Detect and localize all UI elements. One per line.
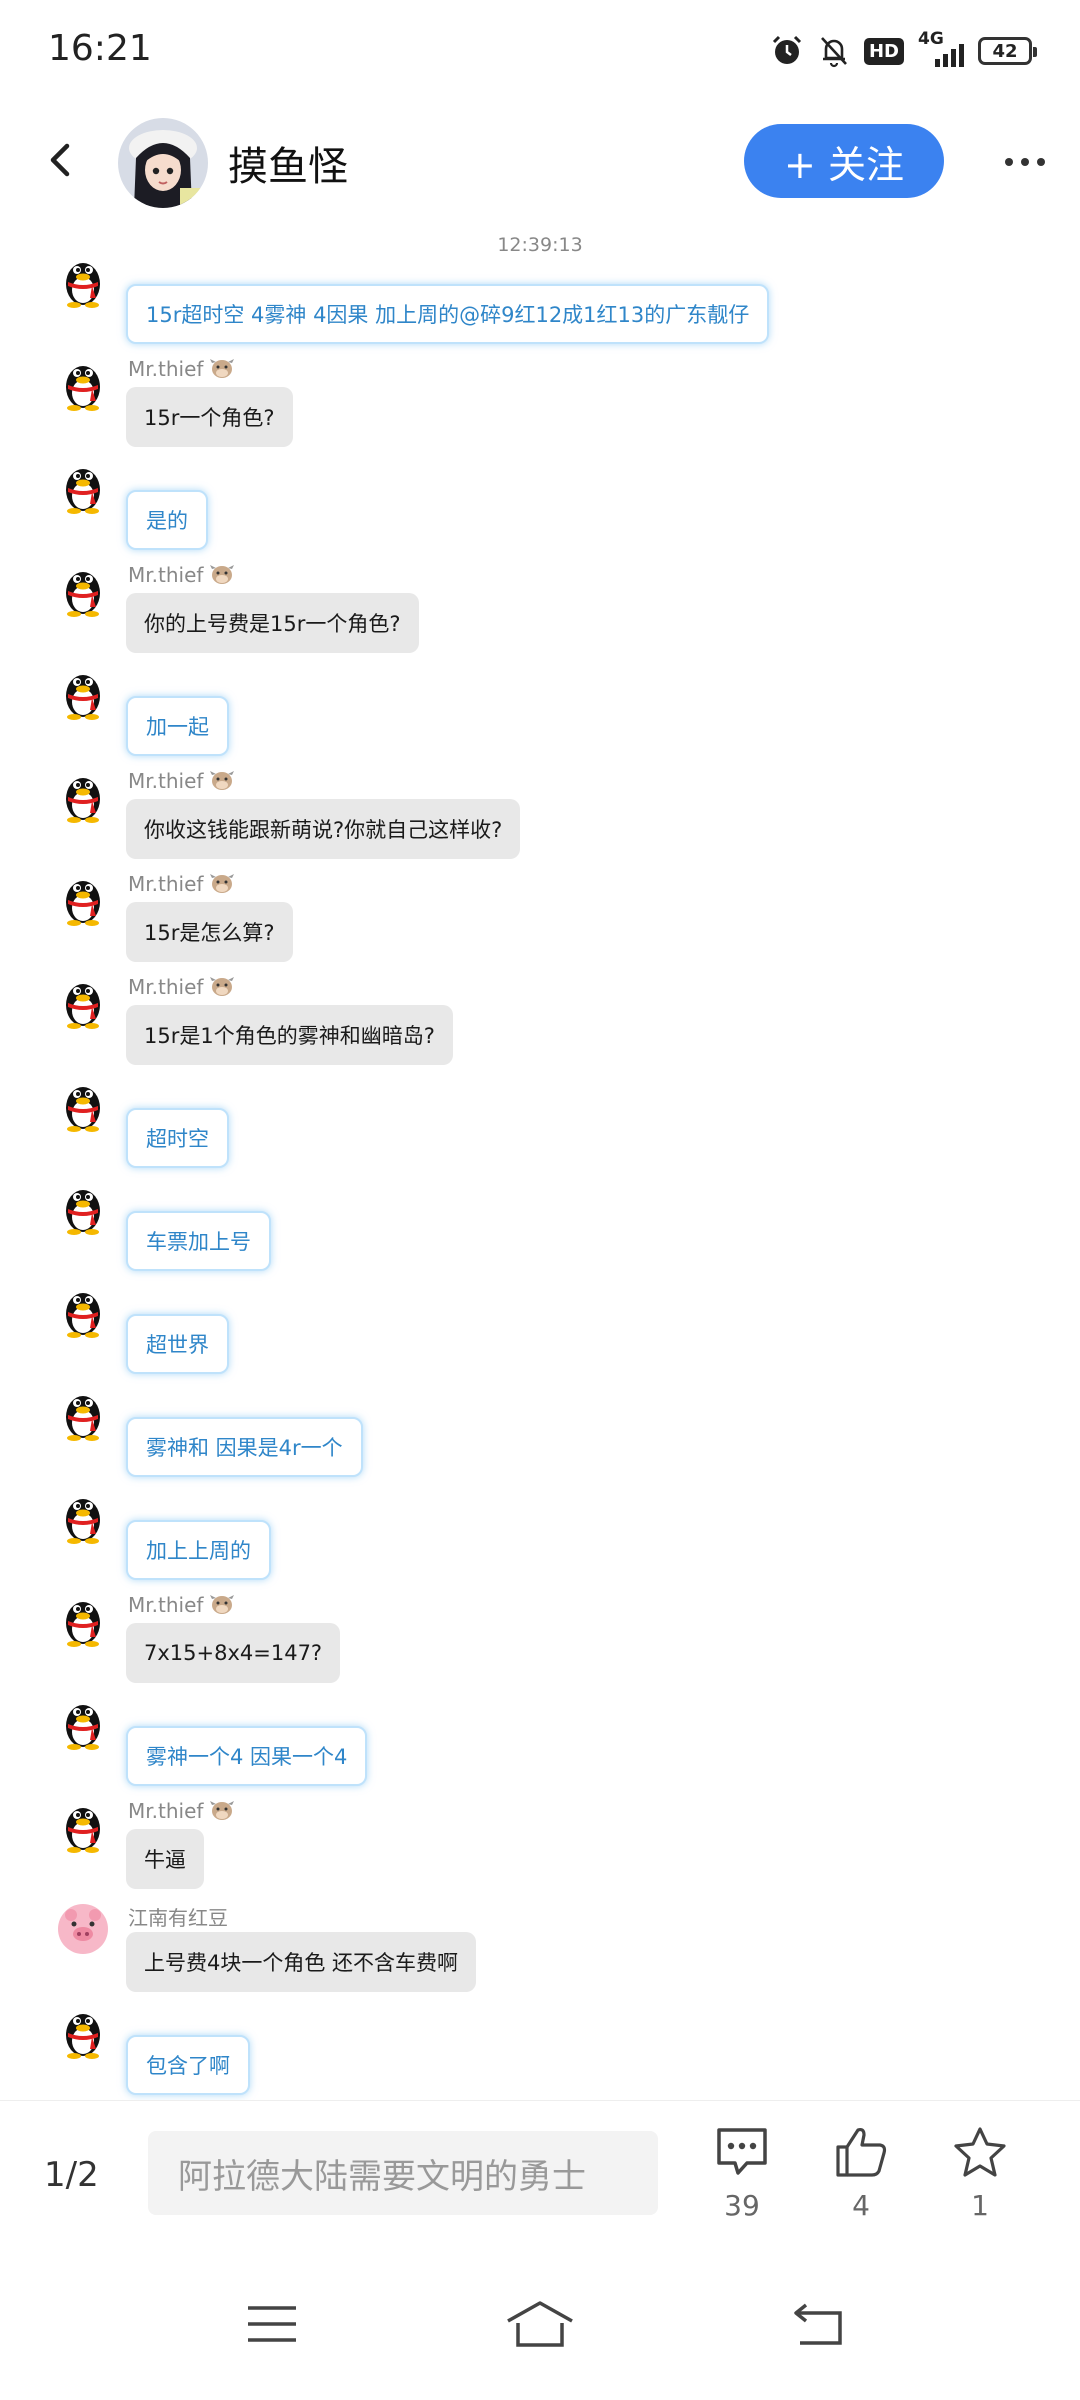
message-sender: Mr.thief	[128, 975, 235, 999]
mute-bell-icon	[821, 37, 847, 68]
sender-name: Mr.thief	[128, 1593, 204, 1617]
page-indicator[interactable]: 1/2	[44, 2155, 99, 2195]
like-count: 4	[852, 2189, 870, 2222]
back-arrow-icon	[50, 143, 70, 177]
penguin-avatar-icon	[56, 254, 110, 308]
penguin-avatar-icon	[56, 975, 110, 1029]
message-sender: 江南有红豆	[128, 1902, 228, 1931]
message-bubble: 加上上周的	[126, 1520, 271, 1580]
sender-name: 江南有红豆	[128, 1906, 228, 1930]
cow-badge-icon	[210, 1595, 235, 1614]
penguin-avatar-icon	[56, 1799, 110, 1853]
battery-icon: 42	[978, 37, 1037, 65]
reply-input[interactable]: 阿拉德大陆需要文明的勇士	[148, 2131, 658, 2215]
penguin-avatar-icon	[56, 1490, 110, 1544]
hd-badge: HD	[863, 37, 904, 65]
alarm-icon	[772, 35, 802, 64]
message-bubble: 上号费4块一个角色 还不含车费啊	[126, 1932, 477, 1992]
message-sender: Mr.thief	[128, 1593, 235, 1617]
star-icon	[954, 2127, 1006, 2177]
message-bubble: 7x15+8x4=147?	[126, 1623, 341, 1683]
message-bubble: 包含了啊	[126, 2035, 250, 2095]
status-time: 16:21	[48, 28, 152, 69]
home-icon	[507, 2301, 573, 2347]
author-name[interactable]: 摸鱼怪	[228, 134, 348, 192]
return-icon	[794, 2303, 842, 2345]
anime-girl-avatar-icon	[118, 118, 208, 208]
return-button[interactable]	[780, 2294, 860, 2354]
penguin-avatar-icon	[56, 769, 110, 823]
post-header: 摸鱼怪 + 关注	[0, 100, 1080, 224]
penguin-avatar-icon	[56, 563, 110, 617]
penguin-avatar-icon	[56, 1696, 110, 1750]
penguin-avatar-icon	[56, 1078, 110, 1132]
message-bubble: 车票加上号	[126, 1211, 271, 1271]
message-bubble: 15r是怎么算?	[126, 902, 293, 962]
message-bubble: 牛逼	[126, 1829, 204, 1889]
cow-badge-icon	[210, 565, 235, 584]
user-avatar[interactable]	[118, 118, 208, 208]
more-button[interactable]	[990, 134, 1060, 190]
status-icons: HD 4G 42	[770, 29, 1037, 72]
message-sender: Mr.thief	[128, 563, 235, 587]
sender-name: Mr.thief	[128, 357, 204, 381]
home-button[interactable]	[500, 2294, 580, 2354]
comment-count: 39	[724, 2189, 760, 2222]
bottom-action-bar: 1/2 阿拉德大陆需要文明的勇士 39 4 1	[0, 2100, 1080, 2250]
more-dots-icon	[1005, 158, 1013, 166]
message-sender: Mr.thief	[128, 769, 235, 793]
message-bubble: 15r是1个角色的雾神和幽暗岛?	[126, 1005, 453, 1065]
battery-level: 42	[992, 40, 1018, 62]
menu-icon	[248, 2306, 296, 2342]
message-bubble: 你的上号费是15r一个角色?	[126, 593, 419, 653]
thumbs-up-icon	[836, 2127, 887, 2177]
message-bubble: 15r一个角色?	[126, 387, 293, 447]
penguin-avatar-icon	[56, 1593, 110, 1647]
message-bubble: 雾神和 因果是4r一个	[126, 1417, 363, 1477]
penguin-avatar-icon	[56, 666, 110, 720]
favorite-button[interactable]: 1	[935, 2125, 1025, 2222]
cow-badge-icon	[210, 977, 235, 996]
sender-name: Mr.thief	[128, 975, 204, 999]
chat-screenshot: 12:39:13 15r超时空 4雾神 4因果 加上周的@碎9红12成1红13的…	[0, 224, 1080, 2100]
message-bubble: 是的	[126, 490, 208, 550]
status-bar: 16:21 HD 4G 42	[0, 0, 1080, 100]
like-button[interactable]: 4	[816, 2125, 906, 2222]
penguin-avatar-icon	[56, 2005, 110, 2059]
message-sender: Mr.thief	[128, 872, 235, 896]
cow-badge-icon	[210, 874, 235, 893]
message-bubble: 超时空	[126, 1108, 229, 1168]
menu-button[interactable]	[232, 2294, 312, 2354]
sender-name: Mr.thief	[128, 563, 204, 587]
system-nav-bar	[0, 2250, 1080, 2400]
back-button[interactable]	[30, 130, 90, 190]
penguin-avatar-icon	[56, 1387, 110, 1441]
cow-badge-icon	[210, 359, 235, 378]
penguin-avatar-icon	[56, 460, 110, 514]
message-bubble: 你收这钱能跟新萌说?你就自己这样收?	[126, 799, 521, 859]
message-bubble: 15r超时空 4雾神 4因果 加上周的@碎9红12成1红13的广东靓仔	[126, 284, 770, 344]
cow-badge-icon	[210, 771, 235, 790]
message-bubble: 超世界	[126, 1314, 229, 1374]
message-bubble: 雾神一个4 因果一个4	[126, 1726, 368, 1786]
cow-badge-icon	[210, 1801, 235, 1820]
message-sender: Mr.thief	[128, 1799, 235, 1823]
pig-avatar-icon	[56, 1902, 110, 1956]
follow-button[interactable]: + 关注	[744, 124, 944, 198]
message-sender: Mr.thief	[128, 357, 235, 381]
penguin-avatar-icon	[56, 872, 110, 926]
sender-name: Mr.thief	[128, 872, 204, 896]
comment-icon	[717, 2128, 767, 2175]
penguin-avatar-icon	[56, 357, 110, 411]
penguin-avatar-icon	[56, 1181, 110, 1235]
favorite-count: 1	[971, 2189, 989, 2222]
message-bubble: 加一起	[126, 696, 229, 756]
comment-button[interactable]: 39	[697, 2125, 787, 2222]
chat-timestamp: 12:39:13	[497, 234, 583, 256]
penguin-avatar-icon	[56, 1284, 110, 1338]
sender-name: Mr.thief	[128, 1799, 204, 1823]
sender-name: Mr.thief	[128, 769, 204, 793]
signal-icon: 4G	[918, 29, 964, 69]
